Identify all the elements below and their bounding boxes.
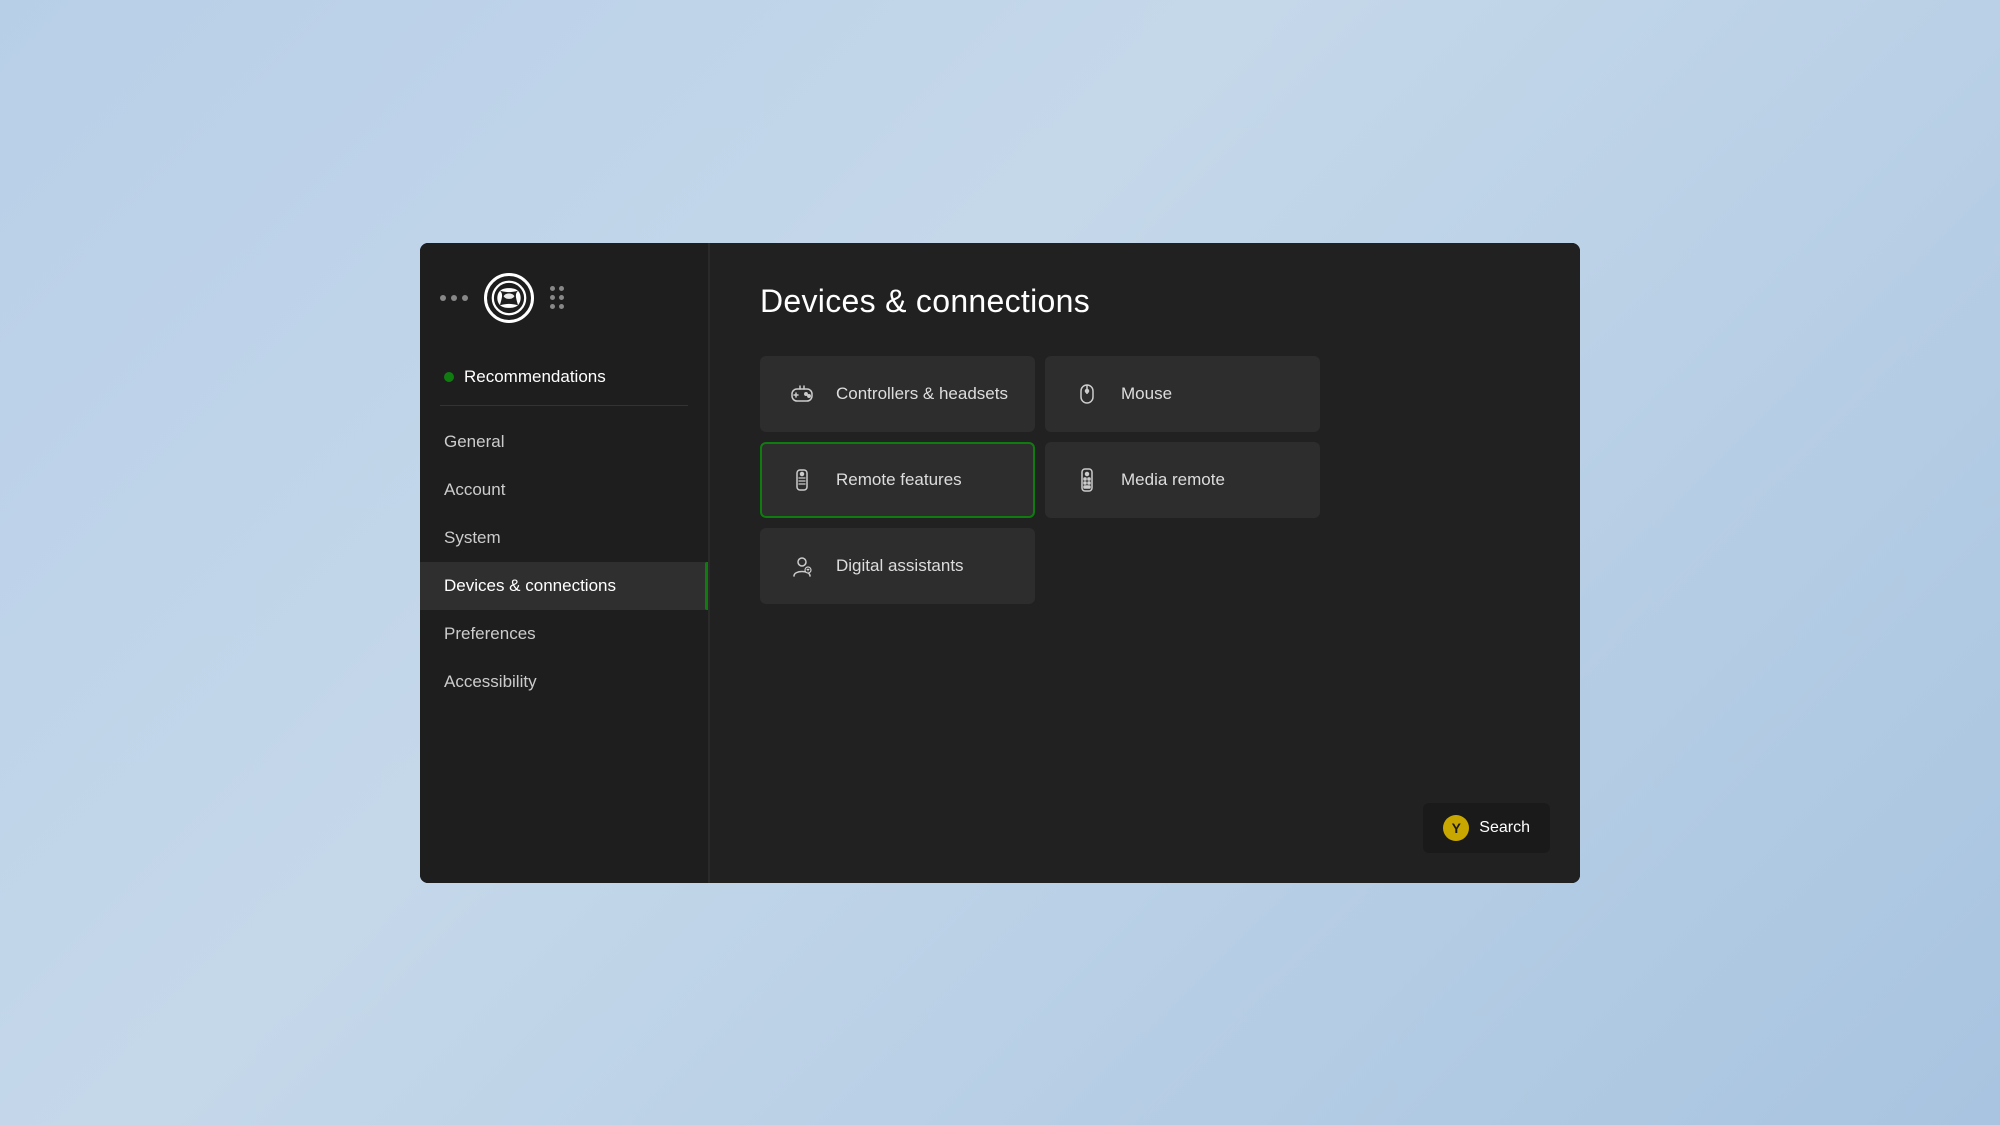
sidebar-item-accessibility[interactable]: Accessibility bbox=[420, 658, 708, 706]
y-symbol: Y bbox=[1452, 820, 1461, 836]
grid-item-label: Remote features bbox=[836, 470, 962, 490]
grid-item-mouse[interactable]: Mouse bbox=[1045, 356, 1320, 432]
sidebar-item-label: Account bbox=[444, 480, 505, 500]
dot-3 bbox=[462, 295, 468, 301]
search-button-label: Search bbox=[1479, 819, 1530, 837]
sidebar-item-account[interactable]: Account bbox=[420, 466, 708, 514]
sidebar-item-label: Accessibility bbox=[444, 672, 537, 692]
sidebar: Recommendations General Account System D… bbox=[420, 243, 710, 883]
settings-window: Recommendations General Account System D… bbox=[420, 243, 1580, 883]
dot-1 bbox=[440, 295, 446, 301]
grid-item-controllers-headsets[interactable]: Controllers & headsets bbox=[760, 356, 1035, 432]
grid-item-digital-assistants[interactable]: Digital assistants bbox=[760, 528, 1035, 604]
page-title: Devices & connections bbox=[760, 283, 1530, 320]
main-content: Devices & connections Controllers & head… bbox=[710, 243, 1580, 883]
device-grid: Controllers & headsets Mouse bbox=[760, 356, 1320, 604]
sidebar-nav: Recommendations General Account System D… bbox=[420, 343, 708, 863]
sidebar-item-label: Recommendations bbox=[464, 367, 606, 387]
controller-icon bbox=[786, 380, 818, 408]
grid-item-label: Media remote bbox=[1121, 470, 1225, 490]
sidebar-item-general[interactable]: General bbox=[420, 418, 708, 466]
nav-divider bbox=[440, 405, 688, 406]
menu-dot bbox=[559, 295, 564, 300]
menu-dot bbox=[559, 304, 564, 309]
grid-item-remote-features[interactable]: Remote features bbox=[760, 442, 1035, 518]
sidebar-item-system[interactable]: System bbox=[420, 514, 708, 562]
media-remote-icon bbox=[1071, 466, 1103, 494]
sidebar-item-preferences[interactable]: Preferences bbox=[420, 610, 708, 658]
sidebar-item-label: General bbox=[444, 432, 504, 452]
mouse-icon bbox=[1071, 380, 1103, 408]
y-button-icon: Y bbox=[1443, 815, 1469, 841]
menu-dot bbox=[550, 304, 555, 309]
grid-item-label: Digital assistants bbox=[836, 556, 964, 576]
menu-dots[interactable] bbox=[550, 286, 565, 310]
sidebar-item-devices-connections[interactable]: Devices & connections bbox=[420, 562, 708, 610]
grid-item-media-remote[interactable]: Media remote bbox=[1045, 442, 1320, 518]
dot-2 bbox=[451, 295, 457, 301]
grid-item-label: Mouse bbox=[1121, 384, 1172, 404]
xbox-logo[interactable] bbox=[484, 273, 534, 323]
dots-left bbox=[440, 295, 468, 301]
xbox-logo-svg bbox=[491, 280, 527, 316]
assistant-icon bbox=[786, 552, 818, 580]
grid-item-label: Controllers & headsets bbox=[836, 384, 1008, 404]
sidebar-item-recommendations[interactable]: Recommendations bbox=[420, 353, 708, 401]
menu-dot bbox=[550, 295, 555, 300]
menu-dot bbox=[550, 286, 555, 291]
remote-icon bbox=[786, 466, 818, 494]
sidebar-item-label: System bbox=[444, 528, 501, 548]
sidebar-item-label: Devices & connections bbox=[444, 576, 616, 596]
sidebar-header bbox=[420, 263, 708, 343]
sidebar-item-label: Preferences bbox=[444, 624, 536, 644]
menu-dot bbox=[559, 286, 564, 291]
green-status-dot bbox=[444, 372, 454, 382]
search-button[interactable]: Y Search bbox=[1423, 803, 1550, 853]
